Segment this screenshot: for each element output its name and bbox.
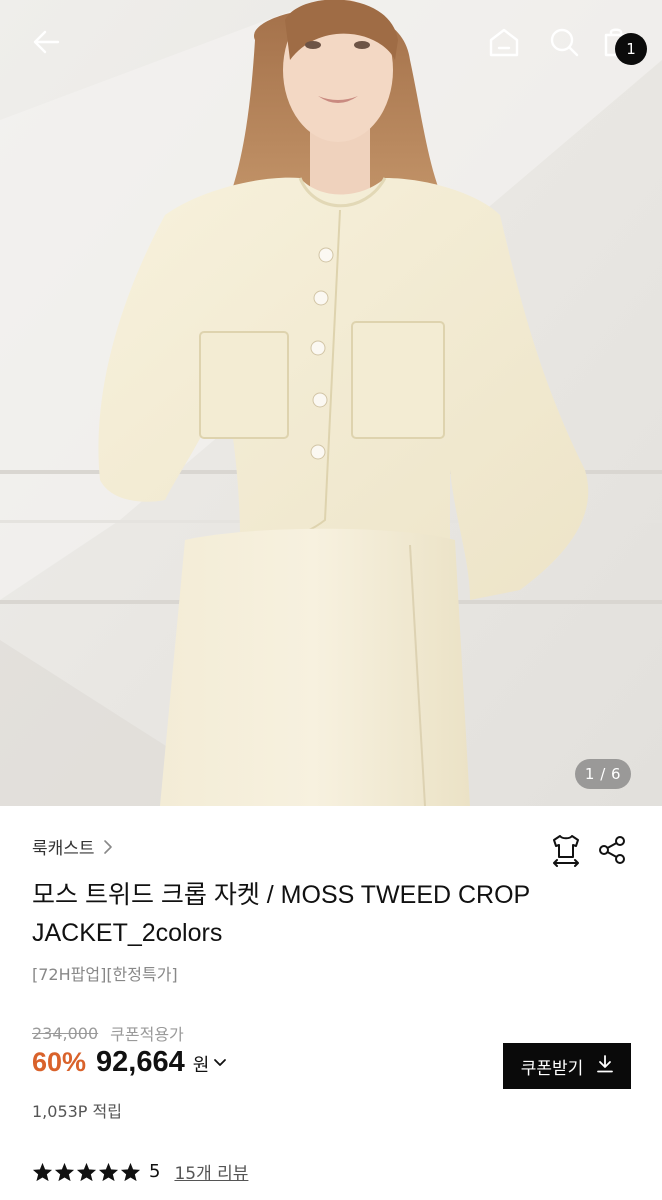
coupon-button-label: 쿠폰받기 xyxy=(520,1058,584,1079)
rating-stars xyxy=(32,1162,141,1182)
discount-rate: 60% xyxy=(32,1047,87,1077)
back-arrow-icon[interactable] xyxy=(24,20,68,64)
reward-points: 1,053P 적립 xyxy=(32,1102,122,1121)
coupon-applied-label: 쿠폰적용가 xyxy=(110,1025,184,1044)
brand-name: 룩캐스트 xyxy=(32,839,95,859)
star-icon xyxy=(32,1162,53,1181)
promo-tags: [72H팝업][한정특가] xyxy=(32,965,178,984)
original-price: 234,000 xyxy=(32,1023,99,1043)
share-icon[interactable] xyxy=(592,830,632,870)
product-image[interactable]: 1 1 / 6 xyxy=(0,0,662,806)
currency-label: 원 xyxy=(192,1055,210,1076)
review-link[interactable]: 15개 리뷰 xyxy=(174,1159,248,1184)
brand-link[interactable]: 룩캐스트 xyxy=(32,834,113,859)
star-icon xyxy=(76,1162,97,1181)
chevron-down-icon xyxy=(213,1058,227,1068)
product-photo xyxy=(0,0,662,806)
original-price-row: 234,000 쿠폰적용가 xyxy=(32,1021,184,1045)
star-icon xyxy=(54,1162,75,1181)
top-navigation-bar: 1 xyxy=(0,0,662,82)
sale-price: 92,664 xyxy=(96,1046,185,1078)
chevron-right-icon xyxy=(103,839,113,855)
star-icon xyxy=(98,1162,119,1181)
search-icon[interactable] xyxy=(542,20,586,64)
download-coupon-button[interactable]: 쿠폰받기 xyxy=(503,1043,631,1089)
cart-count-badge: 1 xyxy=(615,33,647,65)
rating-score: 5 xyxy=(149,1161,161,1182)
home-icon[interactable] xyxy=(482,20,526,64)
price-detail-toggle[interactable]: 60% 92,664 원 xyxy=(32,1046,227,1079)
rating-row: 5 15개 리뷰 xyxy=(32,1159,248,1184)
star-icon xyxy=(120,1162,141,1181)
size-guide-shirt-icon[interactable] xyxy=(546,830,586,870)
image-page-indicator: 1 / 6 xyxy=(575,759,631,789)
download-icon xyxy=(597,1054,614,1078)
product-title: 모스 트위드 크롭 자켓 / MOSS TWEED CROP JACKET_2c… xyxy=(32,881,530,947)
